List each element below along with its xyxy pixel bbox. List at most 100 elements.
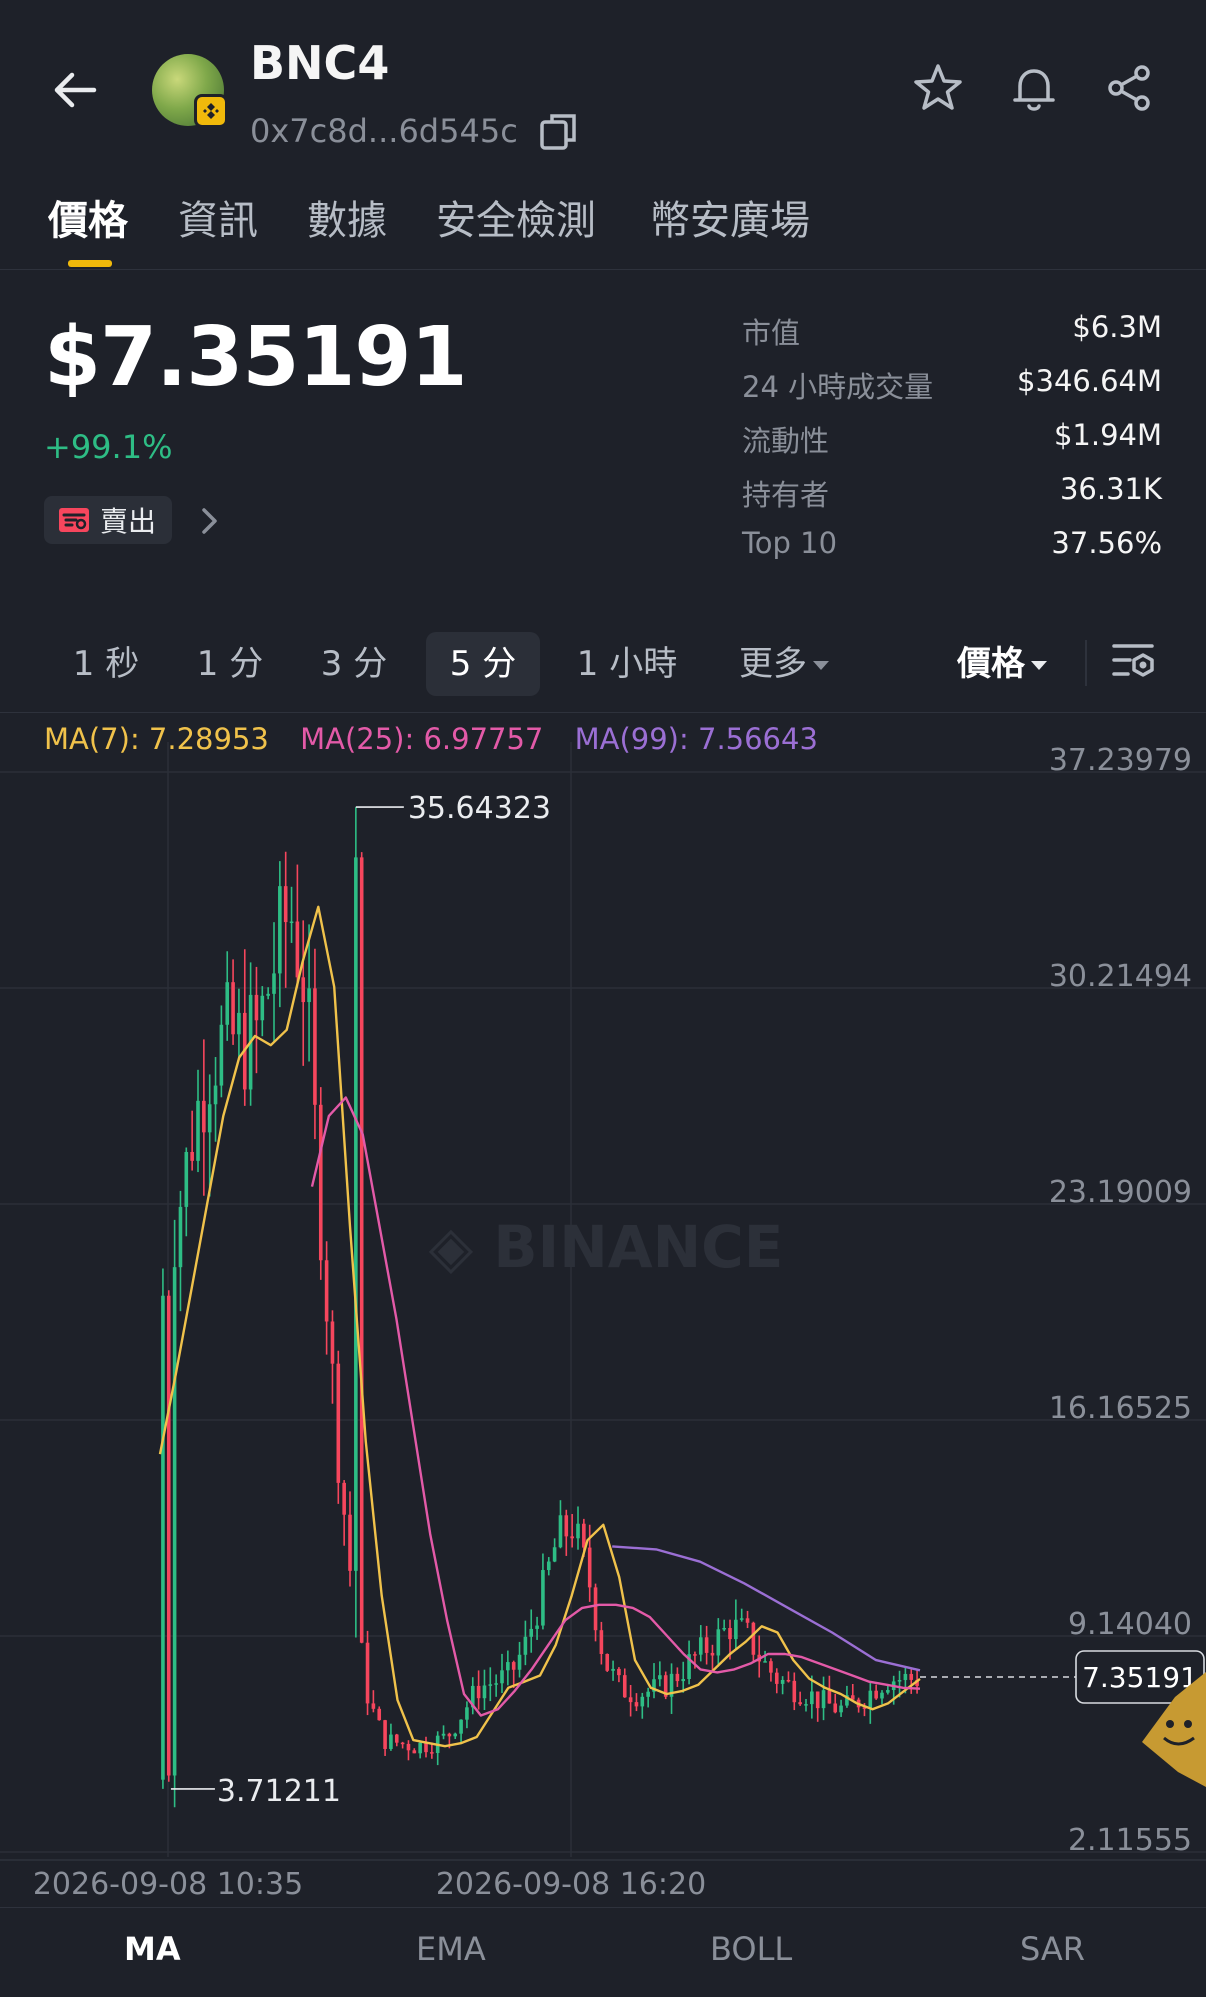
candle-body xyxy=(605,1653,610,1671)
candle-body xyxy=(634,1702,639,1707)
candle-body xyxy=(359,857,364,1643)
candle-body xyxy=(172,1267,177,1776)
tab-security-check[interactable]: 安全檢測 xyxy=(436,188,596,246)
indicator-ma[interactable]: MA xyxy=(124,1930,181,1968)
candle-body xyxy=(675,1673,680,1682)
candle-body xyxy=(815,1691,820,1709)
timeframe-more[interactable]: 更多 xyxy=(724,632,844,696)
page-tabs: 價格 資訊 數據 安全檢測 幣安廣場 xyxy=(0,180,1206,270)
candle-body xyxy=(599,1630,604,1654)
price-chart[interactable]: 37.23979 30.21494 23.19009 16.16525 9.14040 2… xyxy=(0,712,1206,1907)
tab-binance-square[interactable]: 幣安廣場 xyxy=(650,188,810,246)
candle-body xyxy=(886,1690,890,1693)
candle-body xyxy=(190,1151,194,1161)
timeframe-more-label: 更多 xyxy=(739,644,807,684)
candle-body xyxy=(693,1654,697,1656)
candle-body xyxy=(698,1637,703,1655)
candle-body xyxy=(412,1750,417,1754)
tab-info[interactable]: 資訊 xyxy=(178,188,258,246)
candle-body xyxy=(342,1482,346,1515)
stat-label: 市值 xyxy=(742,316,801,350)
token-stats: 市值 $6.3M 24 小時成交量 $346.64M 流動性 $1.94M 持有… xyxy=(742,310,1162,580)
price-mode-label: 價格 xyxy=(957,644,1025,684)
candle-body xyxy=(739,1618,744,1620)
candle-body xyxy=(827,1690,832,1704)
candle-body xyxy=(254,994,259,1021)
candle-body xyxy=(728,1628,732,1640)
indicator-ema[interactable]: EMA xyxy=(416,1930,486,1968)
candle-body xyxy=(710,1652,715,1656)
price-mode-select[interactable]: 價格 xyxy=(940,632,1064,696)
sell-label: 賣出 xyxy=(100,505,157,538)
candle-body xyxy=(769,1661,773,1673)
candle-body xyxy=(324,1260,329,1322)
candle-body xyxy=(213,1085,218,1105)
candle-body xyxy=(804,1704,808,1706)
stat-value: 37.56% xyxy=(1051,526,1162,560)
tab-data[interactable]: 數據 xyxy=(307,188,387,246)
candle-body xyxy=(418,1742,422,1754)
candle-body xyxy=(745,1618,750,1623)
candle-body xyxy=(336,1363,341,1483)
candle-body xyxy=(453,1733,458,1737)
stat-volume-24h: 24 小時成交量 $346.64M xyxy=(742,364,1162,418)
candle-body xyxy=(278,886,282,974)
candle-body xyxy=(488,1684,493,1686)
y-tick-label: 37.23979 xyxy=(1049,743,1192,778)
sell-icon xyxy=(59,508,89,532)
candle-body xyxy=(266,993,270,996)
timeframe-3m[interactable]: 3 分 xyxy=(302,632,406,696)
candle-body xyxy=(570,1536,574,1539)
candle-body xyxy=(430,1752,434,1754)
candle-body xyxy=(874,1690,878,1699)
chart-settings-icon[interactable] xyxy=(1110,636,1160,686)
candle-body xyxy=(763,1661,767,1663)
candle-body xyxy=(237,1012,241,1035)
candle-body xyxy=(541,1570,545,1626)
back-arrow-icon[interactable] xyxy=(48,62,104,118)
stat-market-cap: 市值 $6.3M xyxy=(742,310,1162,364)
candle-body xyxy=(272,973,276,994)
stat-value: 36.31K xyxy=(1059,472,1162,506)
candle-body xyxy=(868,1690,873,1708)
ma7-legend: MA(7): 7.28953 xyxy=(44,722,269,756)
candle-body xyxy=(225,982,230,1025)
candle-body xyxy=(301,977,306,1003)
sell-button[interactable]: 賣出 xyxy=(44,496,173,544)
indicator-boll[interactable]: BOLL xyxy=(710,1930,792,1968)
stat-label: 流動性 xyxy=(742,424,830,458)
candle-body xyxy=(786,1679,791,1682)
candle-body xyxy=(283,886,288,923)
timeframe-5m[interactable]: 5 分 xyxy=(426,632,540,696)
candle-body xyxy=(307,988,311,1003)
candle-body xyxy=(722,1628,726,1630)
candle-body xyxy=(202,1100,206,1133)
stat-label: 24 小時成交量 xyxy=(742,370,934,404)
indicator-sar[interactable]: SAR xyxy=(1020,1930,1085,1968)
candle-body xyxy=(658,1675,662,1680)
y-tick-label: 30.21494 xyxy=(1049,959,1192,994)
timeframe-1s[interactable]: 1 秒 xyxy=(54,632,158,696)
candle-body xyxy=(389,1734,393,1749)
candle-body xyxy=(295,921,300,978)
copy-icon[interactable] xyxy=(538,110,580,152)
star-icon[interactable] xyxy=(910,60,966,116)
bell-icon[interactable] xyxy=(1006,60,1062,116)
candle-body xyxy=(313,988,317,1105)
candle-body xyxy=(833,1703,838,1713)
chevron-right-icon[interactable] xyxy=(196,504,224,538)
candle-body xyxy=(681,1679,686,1682)
candle-body xyxy=(582,1523,586,1548)
ma-series-line xyxy=(310,1096,921,1717)
timeframe-1m[interactable]: 1 分 xyxy=(178,632,282,696)
candle-body xyxy=(535,1625,539,1629)
caret-down-icon xyxy=(813,661,829,670)
candle-body xyxy=(517,1654,522,1670)
tab-price[interactable]: 價格 xyxy=(48,188,128,246)
candle-body xyxy=(511,1662,516,1670)
share-icon[interactable] xyxy=(1102,60,1158,116)
candle-body xyxy=(383,1720,387,1749)
candle-body xyxy=(184,1151,189,1207)
candle-body xyxy=(318,1104,323,1261)
timeframe-1h[interactable]: 1 小時 xyxy=(560,632,694,696)
